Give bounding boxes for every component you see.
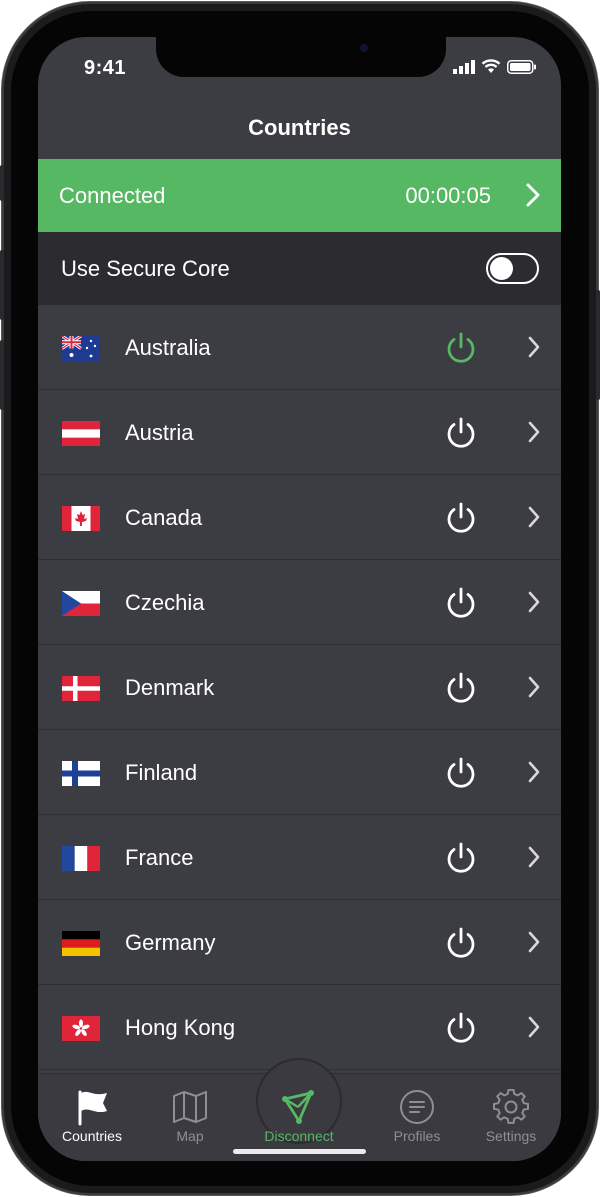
tab-label: Disconnect (264, 1128, 334, 1144)
power-icon[interactable] (443, 670, 479, 706)
secure-core-label: Use Secure Core (61, 256, 230, 281)
chevron-right-icon (526, 183, 540, 207)
page-title: Countries (248, 115, 351, 140)
austria-flag-icon (62, 421, 100, 446)
chevron-right-icon[interactable] (527, 420, 541, 444)
country-name: Hong Kong (125, 1015, 236, 1040)
tab-bar: Countries Map Disconnect Profiles Settin… (38, 1058, 561, 1161)
app-screen: 9:41 Countries Connected 00:00:05 Use Se… (38, 37, 561, 1161)
tab-label: Countries (62, 1128, 122, 1144)
status-time: 9:41 (84, 57, 127, 79)
tab-settings[interactable]: Settings (466, 1088, 556, 1144)
chevron-right-icon[interactable] (527, 335, 541, 359)
country-name: Austria (125, 420, 194, 445)
chevron-right-icon[interactable] (527, 505, 541, 529)
volume-down-button (0, 340, 4, 410)
country-row-czechia[interactable]: Czechia (38, 560, 561, 645)
country-list: Australia Austria Canada Czechia Denmark… (38, 305, 561, 1070)
power-icon[interactable] (443, 330, 479, 366)
toggle-knob (490, 257, 513, 280)
chevron-right-icon[interactable] (527, 930, 541, 954)
country-name: Germany (125, 930, 216, 955)
finland-flag-icon (62, 761, 100, 786)
chevron-right-icon[interactable] (527, 675, 541, 699)
canada-flag-icon (62, 506, 100, 531)
denmark-flag-icon (62, 676, 100, 701)
tab-disconnect[interactable]: Disconnect (254, 1088, 344, 1144)
wifi-icon (481, 59, 501, 73)
home-indicator[interactable] (233, 1149, 366, 1154)
front-camera (360, 44, 368, 52)
power-side-button (596, 290, 600, 400)
france-flag-icon (62, 846, 100, 871)
chevron-right-icon[interactable] (527, 590, 541, 614)
connection-timer: 00:00:05 (405, 183, 491, 208)
power-icon[interactable] (443, 500, 479, 536)
germany-flag-icon (62, 931, 100, 956)
gear-icon (493, 1089, 529, 1124)
country-row-canada[interactable]: Canada (38, 475, 561, 560)
map-icon (173, 1091, 207, 1123)
volume-up-button (0, 250, 4, 320)
chevron-right-icon[interactable] (527, 760, 541, 784)
tab-label: Settings (485, 1128, 537, 1144)
australia-flag-icon (62, 336, 100, 361)
profiles-icon (400, 1090, 434, 1124)
czechia-flag-icon (62, 591, 100, 616)
power-icon[interactable] (443, 840, 479, 876)
cellular-signal-icon (453, 59, 475, 74)
power-icon[interactable] (443, 925, 479, 961)
country-name: Czechia (125, 590, 205, 615)
country-row-australia[interactable]: Australia (38, 305, 561, 390)
country-row-france[interactable]: France (38, 815, 561, 900)
tab-label: Profiles (393, 1128, 441, 1144)
country-row-denmark[interactable]: Denmark (38, 645, 561, 730)
country-name: Australia (125, 335, 211, 360)
notch (156, 37, 446, 77)
connection-banner[interactable]: Connected 00:00:05 (38, 159, 561, 232)
tab-label: Map (176, 1128, 204, 1144)
country-name: Denmark (125, 675, 215, 700)
country-name: France (125, 845, 194, 870)
secure-core-toggle[interactable] (486, 253, 539, 284)
power-icon[interactable] (443, 415, 479, 451)
power-icon[interactable] (443, 1010, 479, 1046)
tab-map[interactable]: Map (145, 1088, 235, 1144)
chevron-right-icon[interactable] (527, 1015, 541, 1039)
status-icons (453, 59, 537, 74)
connection-status: Connected (59, 183, 166, 208)
tab-countries[interactable]: Countries (47, 1088, 137, 1144)
battery-icon (507, 59, 536, 74)
flag-icon (78, 1090, 107, 1126)
power-icon[interactable] (443, 755, 479, 791)
power-icon[interactable] (443, 585, 479, 621)
country-row-austria[interactable]: Austria (38, 390, 561, 475)
vpn-triangle-icon (282, 1090, 314, 1124)
chevron-right-icon[interactable] (527, 845, 541, 869)
hong-kong-flag-icon (62, 1016, 100, 1041)
country-name: Finland (125, 760, 198, 785)
secure-core-row: Use Secure Core (38, 232, 561, 305)
mute-switch (0, 165, 4, 201)
tab-profiles[interactable]: Profiles (372, 1088, 462, 1144)
country-row-finland[interactable]: Finland (38, 730, 561, 815)
country-row-germany[interactable]: Germany (38, 900, 561, 985)
country-name: Canada (125, 505, 203, 530)
